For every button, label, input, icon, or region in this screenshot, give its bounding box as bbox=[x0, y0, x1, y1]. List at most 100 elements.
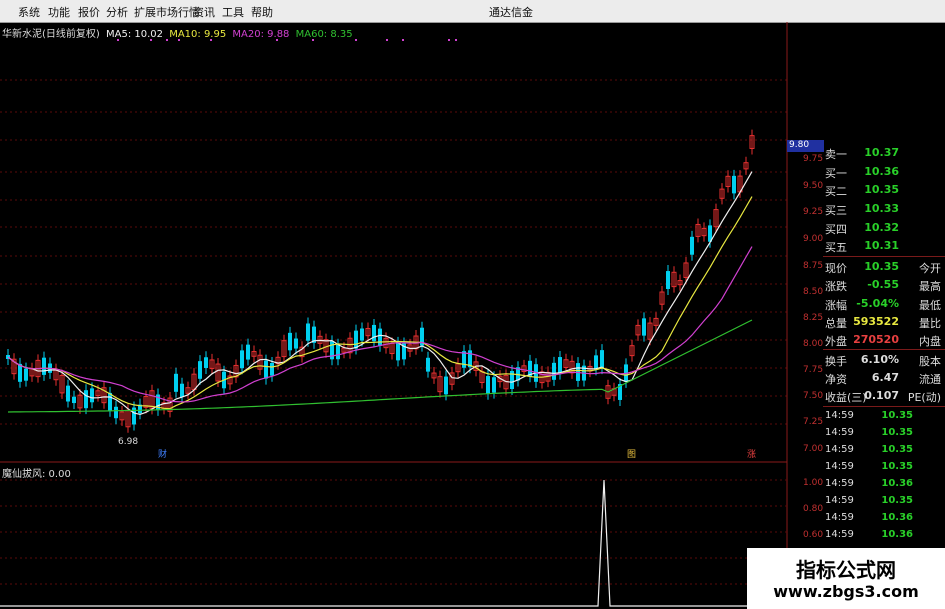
stat-row: 换手 6.10% 股本 bbox=[787, 351, 945, 370]
marker-cai: 财 bbox=[158, 448, 167, 460]
menu-extended-market[interactable]: 扩展市场行情 bbox=[134, 4, 200, 20]
candle-body bbox=[492, 377, 496, 393]
book-value: 10.37 bbox=[864, 146, 899, 159]
menu-quote[interactable]: 报价 bbox=[78, 4, 100, 20]
stat-label-2: 今开 bbox=[919, 262, 941, 275]
signal-mark bbox=[178, 39, 180, 41]
candle-body bbox=[594, 355, 598, 370]
candle-body bbox=[90, 388, 94, 403]
book-row: 买五 10.31 bbox=[787, 237, 945, 256]
candle-body bbox=[270, 363, 274, 376]
menu-function[interactable]: 功能 bbox=[48, 4, 70, 20]
tick-time: 14:59 bbox=[825, 410, 854, 421]
candle-body bbox=[396, 342, 400, 361]
watermark: 指标公式网 www.zbgs3.com bbox=[747, 548, 945, 609]
watermark-title: 指标公式网 bbox=[796, 558, 896, 582]
stat-label: 外盘 bbox=[825, 335, 847, 348]
stat-label: 现价 bbox=[825, 262, 847, 275]
book-label: 卖一 bbox=[825, 148, 847, 161]
candle-body bbox=[666, 271, 670, 289]
tick-row: 14:59 10.35 bbox=[825, 459, 945, 476]
divider bbox=[823, 256, 945, 257]
divider bbox=[823, 406, 945, 407]
tick-time: 14:59 bbox=[825, 444, 854, 455]
book-value: 10.36 bbox=[864, 165, 899, 178]
candle-body bbox=[42, 357, 46, 375]
tick-price: 10.36 bbox=[881, 529, 913, 540]
kline-chart[interactable]: 6.98 财 图 涨 bbox=[0, 22, 790, 609]
stat-row: 外盘 270520 内盘 bbox=[787, 331, 945, 350]
book-value: 10.35 bbox=[864, 183, 899, 196]
app-title: 通达信金 bbox=[489, 6, 533, 19]
candle-body bbox=[174, 373, 178, 392]
tick-row: 14:59 10.36 bbox=[825, 527, 945, 544]
sub-indicator-label: 魔仙拔风: 0.00 bbox=[2, 469, 71, 480]
stat-row: 净资 6.47 流通 bbox=[787, 369, 945, 388]
candle-body bbox=[24, 368, 28, 381]
candle-body bbox=[378, 328, 382, 346]
candle-body bbox=[336, 344, 340, 360]
ma5-line bbox=[7, 171, 753, 416]
candle-body bbox=[18, 363, 22, 382]
candle-body bbox=[732, 175, 736, 194]
book-value: 10.33 bbox=[864, 202, 899, 215]
candle-body bbox=[486, 376, 490, 394]
ma10-line bbox=[7, 196, 753, 410]
menu-help[interactable]: 帮助 bbox=[251, 4, 273, 20]
candle-body bbox=[204, 357, 208, 368]
stat-value: 6.10% bbox=[860, 353, 899, 366]
divider bbox=[823, 349, 945, 350]
sub-indicator bbox=[0, 479, 787, 607]
book-row: 买四 10.32 bbox=[787, 219, 945, 238]
stat-label: 涨跌 bbox=[825, 280, 847, 293]
signal-mark bbox=[386, 39, 388, 41]
tick-time: 14:59 bbox=[825, 495, 854, 506]
sub-tick: 1.00 bbox=[803, 478, 824, 488]
quote-panel: 9.80 9.75 9.50 9.25 9.00 8.75 8.50 8.25 … bbox=[787, 140, 945, 609]
tick-price: 10.36 bbox=[881, 512, 913, 523]
stat-label-2: 流通 bbox=[919, 373, 941, 386]
book-label: 买二 bbox=[825, 185, 847, 198]
candle-body bbox=[66, 385, 70, 402]
stat-label-2: 最高 bbox=[919, 280, 941, 293]
stat-label-2: PE(动) bbox=[907, 391, 941, 404]
book-label: 买五 bbox=[825, 241, 847, 254]
book-label: 买三 bbox=[825, 204, 847, 217]
indicator-line bbox=[0, 479, 787, 607]
candle-body bbox=[108, 392, 112, 411]
candle-body bbox=[198, 361, 202, 379]
tick-price: 10.35 bbox=[881, 461, 913, 472]
marker-zhang: 涨 bbox=[747, 449, 756, 460]
tick-row: 14:59 10.36 bbox=[825, 510, 945, 527]
candle-body bbox=[72, 396, 76, 404]
stat-label: 收益(三) bbox=[825, 391, 867, 404]
menu-tools[interactable]: 工具 bbox=[222, 4, 244, 20]
signal-mark bbox=[210, 39, 212, 41]
stat-value: 593522 bbox=[853, 315, 899, 328]
stat-label: 涨幅 bbox=[825, 299, 847, 312]
stat-value: 0.107 bbox=[864, 389, 899, 402]
tick-price: 10.35 bbox=[881, 427, 913, 438]
stat-value: -5.04% bbox=[856, 297, 899, 310]
menu-analysis[interactable]: 分析 bbox=[106, 4, 128, 20]
stat-label-2: 内盘 bbox=[919, 335, 941, 348]
book-row: 买三 10.33 bbox=[787, 200, 945, 219]
candle-body bbox=[180, 383, 184, 398]
menu-news[interactable]: 资讯 bbox=[193, 4, 215, 20]
candlesticks bbox=[6, 129, 755, 433]
candle-body bbox=[426, 357, 430, 372]
book-value: 10.32 bbox=[864, 221, 899, 234]
stat-value: 6.47 bbox=[871, 371, 899, 384]
stat-label: 净资 bbox=[825, 373, 847, 386]
tick-row: 14:59 10.35 bbox=[825, 442, 945, 459]
menu-bar: 系统 功能 报价 分析 扩展市场行情 资讯 工具 帮助 通达信金 bbox=[0, 0, 945, 23]
candle-body bbox=[264, 360, 268, 379]
candle-body bbox=[246, 344, 250, 360]
book-value: 10.31 bbox=[864, 239, 899, 252]
stat-row: 总量 593522 量比 bbox=[787, 313, 945, 332]
tick-time: 14:59 bbox=[825, 512, 854, 523]
candle-body bbox=[240, 350, 244, 369]
sub-tick: 0.60 bbox=[803, 530, 824, 540]
stat-label-2: 量比 bbox=[919, 317, 941, 330]
menu-system[interactable]: 系统 bbox=[18, 4, 40, 20]
